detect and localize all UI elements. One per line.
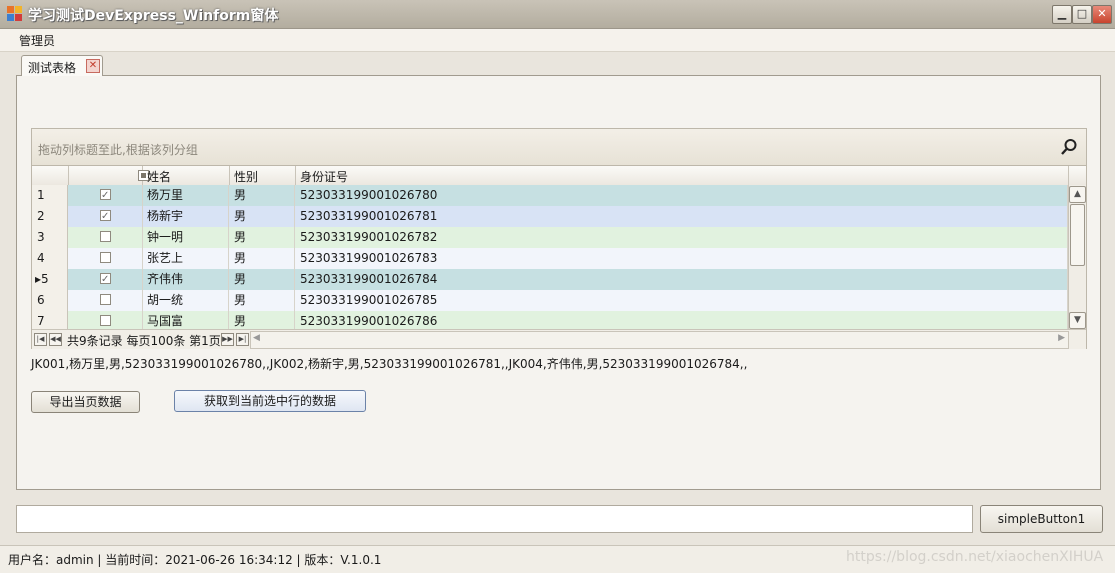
table-row[interactable]: 3 钟一明男 523033199001026782 — [32, 227, 1068, 248]
header-id-number[interactable]: 身份证号 — [296, 166, 1069, 185]
data-grid: 拖动列标题至此,根据该列分组 姓名 性别 身份证号 1杨万里男523033199… — [31, 128, 1087, 349]
watermark: https://blog.csdn.net/xiaochenXIHUA — [846, 549, 1104, 565]
cell-id-number[interactable]: 523033199001026785 — [296, 290, 1068, 311]
minimize-button[interactable]: ▁ — [1052, 5, 1072, 24]
export-page-button[interactable]: 导出当页数据 — [31, 391, 140, 413]
menu-bar: 管理员 — [0, 29, 1115, 52]
cell-id-number[interactable]: 523033199001026782 — [296, 227, 1068, 248]
header-select-column[interactable] — [69, 166, 149, 185]
next-page-icon[interactable]: ▶▶ — [221, 333, 234, 346]
row-checkbox[interactable] — [100, 294, 111, 305]
get-selected-rows-button[interactable]: 获取到当前选中行的数据 — [174, 390, 366, 412]
row-indicator[interactable]: 1 — [32, 185, 68, 206]
row-indicator[interactable]: ▸5 — [32, 269, 68, 290]
cell-gender[interactable]: 男 — [230, 269, 295, 290]
status-bar: 用户名：admin | 当前时间：2021-06-26 16:34:12 | 版… — [0, 545, 1115, 573]
cell-id-number[interactable]: 523033199001026780 — [296, 185, 1068, 206]
row-indicator[interactable]: 3 — [32, 227, 68, 248]
cell-id-number[interactable]: 523033199001026784 — [296, 269, 1068, 290]
row-indicator[interactable]: 2 — [32, 206, 68, 227]
row-checkbox[interactable] — [100, 252, 111, 263]
row-checkbox[interactable] — [100, 269, 111, 290]
window-title: 学习测试DevExpress_Winform窗体 — [28, 8, 279, 24]
header-indicator — [32, 166, 69, 185]
last-page-icon[interactable]: ▶| — [236, 333, 249, 346]
group-panel[interactable]: 拖动列标题至此,根据该列分组 — [32, 129, 1086, 165]
menu-item-admin[interactable]: 管理员 — [19, 32, 55, 49]
first-page-icon[interactable]: |◀ — [34, 333, 47, 346]
data-navigator: |◀ ◀◀ 共9条记录 每页100条 第1页 ▶▶ ▶| ◀ ▶ — [32, 329, 1086, 349]
header-corner — [1069, 166, 1086, 185]
cell-id-number[interactable]: 523033199001026781 — [296, 206, 1068, 227]
scroll-left-icon[interactable]: ◀ — [253, 333, 260, 343]
scroll-up-icon[interactable]: ▲ — [1069, 186, 1086, 203]
table-row[interactable]: ▸5 齐伟伟男523033199001026784 — [32, 269, 1068, 290]
row-checkbox[interactable] — [100, 231, 111, 242]
navigator-text: 共9条记录 每页100条 第1页 — [67, 334, 221, 348]
row-checkbox[interactable] — [100, 206, 111, 227]
cell-name[interactable]: 齐伟伟 — [143, 269, 229, 290]
table-row[interactable]: 1 杨万里男523033199001026780 — [32, 185, 1068, 206]
vertical-scrollbar[interactable]: ▲ ▼ — [1068, 185, 1086, 329]
scroll-right-icon[interactable]: ▶ — [1058, 333, 1065, 343]
header-gender[interactable]: 性别 — [230, 166, 296, 185]
cell-gender[interactable]: 男 — [230, 227, 295, 248]
status-text: 用户名：admin | 当前时间：2021-06-26 16:34:12 | 版… — [8, 553, 382, 567]
simple-button[interactable]: simpleButton1 — [980, 505, 1103, 533]
close-button[interactable]: ✕ — [1092, 5, 1112, 24]
row-indicator[interactable]: 4 — [32, 248, 68, 269]
cell-name[interactable]: 杨万里 — [143, 185, 229, 206]
table-row[interactable]: 2 杨新宇男523033199001026781 — [32, 206, 1068, 227]
scroll-down-icon[interactable]: ▼ — [1069, 312, 1086, 329]
search-icon[interactable] — [1060, 138, 1078, 156]
cell-id-number[interactable]: 523033199001026783 — [296, 248, 1068, 269]
cell-gender[interactable]: 男 — [230, 248, 295, 269]
tab-label: 测试表格 — [28, 61, 77, 75]
cell-name[interactable]: 胡一统 — [143, 290, 229, 311]
app-icon — [7, 6, 23, 22]
cell-gender[interactable]: 男 — [230, 185, 295, 206]
tab-test-table[interactable]: 测试表格 ✕ — [21, 55, 103, 76]
table-row[interactable]: 6 胡一统男 523033199001026785 — [32, 290, 1068, 311]
table-row[interactable]: 4 张艺上男 523033199001026783 — [32, 248, 1068, 269]
row-indicator[interactable]: 6 — [32, 290, 68, 311]
cell-name[interactable]: 张艺上 — [143, 248, 229, 269]
group-hint: 拖动列标题至此,根据该列分组 — [38, 143, 198, 157]
scroll-thumb[interactable] — [1070, 204, 1085, 266]
title-bar: 学习测试DevExpress_Winform窗体 ▁ □ ✕ — [0, 0, 1115, 29]
cell-name[interactable]: 杨新宇 — [143, 206, 229, 227]
header-name[interactable]: 姓名 — [143, 166, 230, 185]
row-checkbox[interactable] — [100, 185, 111, 206]
maximize-button[interactable]: □ — [1072, 5, 1092, 24]
cell-name[interactable]: 钟一明 — [143, 227, 229, 248]
cell-gender[interactable]: 男 — [230, 290, 295, 311]
row-checkbox[interactable] — [100, 315, 111, 326]
horizontal-scrollbar[interactable]: ◀ ▶ — [250, 331, 1069, 349]
text-input[interactable] — [16, 505, 973, 533]
close-icon[interactable]: ✕ — [86, 59, 100, 73]
prev-page-icon[interactable]: ◀◀ — [49, 333, 62, 346]
column-header-row: 姓名 性别 身份证号 — [32, 165, 1086, 186]
selected-rows-text: JK001,杨万里,男,523033199001026780,,JK002,杨新… — [31, 357, 748, 371]
cell-gender[interactable]: 男 — [230, 206, 295, 227]
